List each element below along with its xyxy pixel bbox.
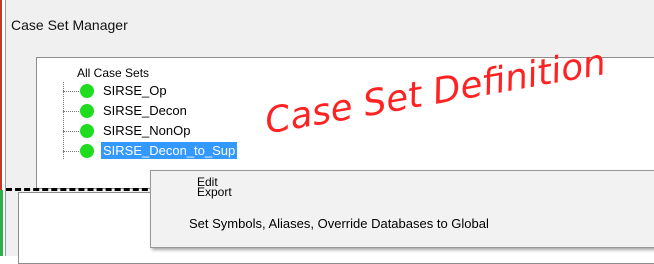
menu-item-edit[interactable]: Edit	[197, 175, 218, 189]
window-titlebar: Case Set Manager	[6, 0, 654, 44]
status-dot-icon	[80, 124, 94, 138]
tree-branch-line	[63, 111, 79, 112]
tree-branch-line	[63, 151, 79, 152]
tree-item-label[interactable]: SIRSE_Op	[101, 82, 169, 99]
tree-root-label[interactable]: All Case Sets	[77, 66, 149, 80]
context-menu: Export Edit Set Symbols, Aliases, Overri…	[150, 170, 654, 248]
tree-connector-line	[63, 82, 64, 159]
tree-branch-line	[63, 91, 79, 92]
window-title: Case Set Manager	[11, 17, 128, 33]
tree-item-label[interactable]: SIRSE_Decon	[101, 102, 189, 119]
status-dot-icon	[80, 84, 94, 98]
status-dot-icon	[80, 104, 94, 118]
tree-item-label[interactable]: SIRSE_Decon_to_Sup	[101, 142, 238, 159]
tree-item-label[interactable]: SIRSE_NonOp	[101, 122, 192, 139]
left-edge-green-line	[0, 190, 3, 256]
tree-branch-line	[63, 131, 79, 132]
menu-item-set-symbols-global[interactable]: Set Symbols, Aliases, Override Databases…	[189, 216, 489, 231]
status-dot-icon	[80, 144, 94, 158]
